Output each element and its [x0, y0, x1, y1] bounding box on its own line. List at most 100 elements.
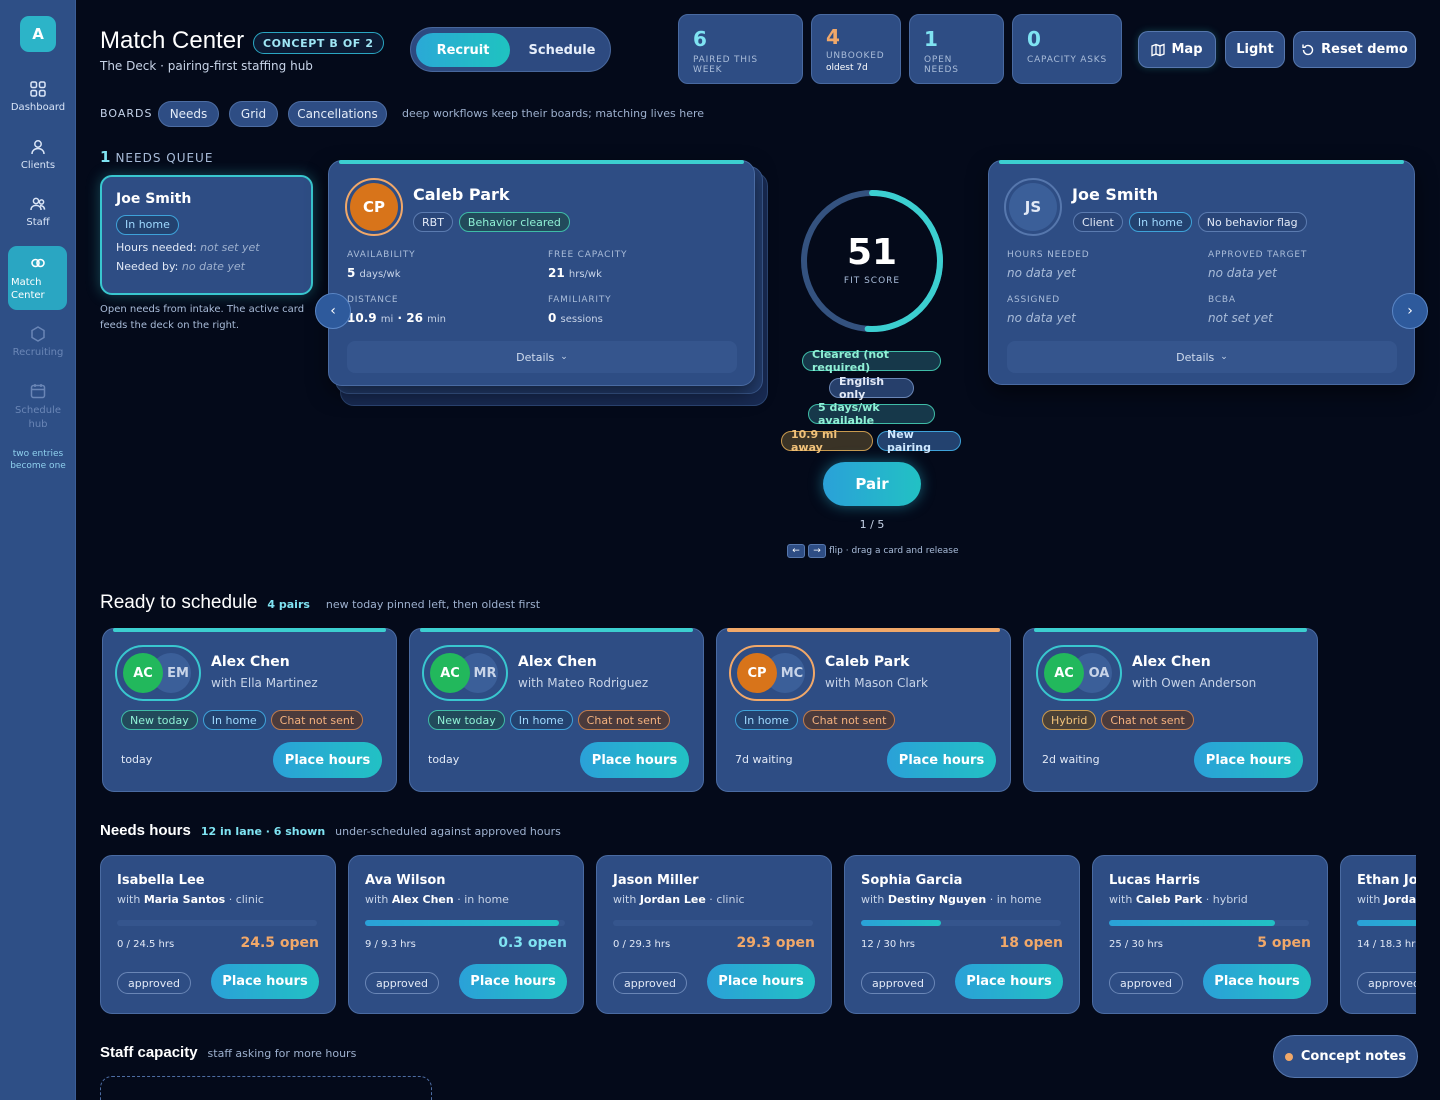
needs-hours-card[interactable]: Sophia Garcia with Destiny Nguyen · in h…: [844, 855, 1080, 1014]
staff-details-toggle[interactable]: Details ⌄: [347, 341, 737, 373]
theme-button[interactable]: Light: [1225, 31, 1285, 68]
mode-toggle: Recruit Schedule: [410, 27, 611, 72]
staff-capacity-title: Staff capacity: [100, 1044, 198, 1061]
staff-name: Caleb Park: [825, 654, 910, 670]
sidebar-item-staff[interactable]: Staff: [0, 195, 76, 228]
pair-tags: In home Chat not sent: [735, 710, 896, 730]
approved-badge: approved: [613, 972, 687, 994]
people-icon: [30, 197, 46, 211]
ready-card[interactable]: MR AC Alex Chen with Mateo Rodriguez New…: [409, 628, 704, 792]
staff-name: Alex Chen: [1132, 654, 1211, 670]
fit-score-value: 51: [846, 232, 898, 273]
chevron-down-icon: ⌄: [1220, 352, 1228, 362]
client-with: with Ella Martinez: [211, 676, 318, 690]
deck-next-button[interactable]: ›: [1392, 293, 1428, 329]
approved-badge: approved: [1109, 972, 1183, 994]
client-name: Jason Miller: [613, 873, 699, 888]
needs-queue-card[interactable]: Joe Smith In home Hours needed: not set …: [100, 175, 313, 295]
deck-prev-button[interactable]: ‹: [315, 293, 351, 329]
place-hours-button[interactable]: Place hours: [580, 742, 689, 778]
grid-icon: [30, 81, 46, 97]
hours-open: 5 open: [1257, 935, 1311, 951]
sidebar-item-dashboard[interactable]: Dashboard: [0, 80, 76, 113]
client-details-toggle[interactable]: Details ⌄: [1007, 341, 1397, 373]
stat-open-needs[interactable]: 1 OPEN NEEDS: [909, 14, 1004, 84]
place-hours-button[interactable]: Place hours: [707, 964, 815, 999]
needs-hours-card[interactable]: Ethan Jo with Jordan 14 / 18.3 hrs appro…: [1340, 855, 1416, 1014]
pair-avatars: MC CP: [729, 645, 815, 701]
staff-capacity-header: Staff capacity staff asking for more hou…: [100, 1044, 356, 1061]
page-title: Match Center: [100, 27, 245, 54]
hours-progress-bar: [613, 920, 813, 926]
stat-paired-this-week[interactable]: 6 PAIRED THIS WEEK: [678, 14, 803, 84]
sidebar-item-label: Recruiting: [12, 347, 64, 358]
board-needs[interactable]: Needs: [158, 101, 219, 127]
client-with: with Destiny Nguyen · in home: [861, 893, 1042, 906]
page-subtitle: The Deck · pairing-first staffing hub: [100, 59, 313, 73]
pair-button[interactable]: Pair: [823, 462, 921, 506]
ready-card[interactable]: OA AC Alex Chen with Owen Anderson Hybri…: [1023, 628, 1318, 792]
pair-avatars: OA AC: [1036, 645, 1122, 701]
chip-cleared: Cleared (not required): [802, 348, 941, 374]
assigned: ASSIGNED no data yet: [1007, 295, 1076, 325]
client-name: Lucas Harris: [1109, 873, 1200, 888]
waiting-time: today: [121, 753, 153, 766]
client-card[interactable]: JS Joe Smith Client In home No behavior …: [988, 160, 1415, 385]
concept-notes-button[interactable]: Concept notes: [1273, 1035, 1418, 1078]
client-name: Joe Smith: [116, 191, 192, 207]
map-button[interactable]: Map: [1138, 31, 1216, 68]
client-name: Sophia Garcia: [861, 873, 963, 888]
app-logo[interactable]: A: [20, 16, 56, 52]
needs-hours-card[interactable]: Ava Wilson with Alex Chen · in home 9 / …: [348, 855, 584, 1014]
place-hours-button[interactable]: Place hours: [955, 964, 1063, 999]
place-hours-button[interactable]: Place hours: [1194, 742, 1303, 778]
availability: AVAILABILITY 5 days/wk: [347, 250, 416, 280]
client-with: with Maria Santos · clinic: [117, 893, 264, 906]
chevron-right-icon: ›: [1407, 303, 1413, 319]
board-grid[interactable]: Grid: [229, 101, 278, 127]
sidebar-item-schedule-hub[interactable]: Schedule hub: [0, 382, 76, 432]
hours-progress-bar: [861, 920, 1061, 926]
chevron-left-icon: ‹: [330, 303, 336, 319]
waiting-time: 7d waiting: [735, 753, 793, 766]
hours-progress-bar: [1109, 920, 1309, 926]
concept-badge: CONCEPT B OF 2: [253, 32, 384, 54]
hours-scheduled: 25 / 30 hrs: [1109, 939, 1164, 950]
hours-scheduled: 14 / 18.3 hrs: [1357, 939, 1416, 950]
arrow-right-key[interactable]: →: [808, 544, 826, 558]
staff-tags: RBT Behavior cleared: [413, 212, 570, 232]
sidebar-item-recruiting[interactable]: Recruiting: [0, 325, 76, 358]
client-tags: Client In home No behavior flag: [1073, 212, 1307, 232]
chevron-down-icon: ⌄: [560, 352, 568, 362]
client-with: with Mason Clark: [825, 676, 928, 690]
hours-needed: Hours needed: not set yet: [116, 240, 260, 254]
staff-card[interactable]: CP Caleb Park RBT Behavior cleared AVAIL…: [328, 160, 755, 386]
board-cancellations[interactable]: Cancellations: [288, 101, 387, 127]
place-hours-button[interactable]: Place hours: [887, 742, 996, 778]
place-hours-button[interactable]: Place hours: [273, 742, 382, 778]
place-hours-button[interactable]: Place hours: [459, 964, 567, 999]
waiting-time: 2d waiting: [1042, 753, 1100, 766]
toggle-schedule[interactable]: Schedule: [515, 33, 609, 67]
ready-card[interactable]: MC CP Caleb Park with Mason Clark In hom…: [716, 628, 1011, 792]
place-hours-button[interactable]: Place hours: [1203, 964, 1311, 999]
client-avatar: JS: [1004, 178, 1062, 236]
ready-card[interactable]: EM AC Alex Chen with Ella Martinez New t…: [102, 628, 397, 792]
place-hours-button[interactable]: Place hours: [211, 964, 319, 999]
client-name: Ethan Jo: [1357, 873, 1416, 888]
sidebar-item-clients[interactable]: Clients: [0, 138, 76, 171]
reset-demo-button[interactable]: Reset demo: [1293, 31, 1416, 68]
sidebar-item-match-center[interactable]: Match Center: [8, 246, 67, 310]
arrow-left-key[interactable]: ←: [787, 544, 805, 558]
toggle-recruit[interactable]: Recruit: [416, 33, 510, 67]
needs-hours-card[interactable]: Lucas Harris with Caleb Park · hybrid 25…: [1092, 855, 1328, 1014]
pair-tags: New today In home Chat not sent: [428, 710, 671, 730]
deck-hint: ← → flip · drag a card and release: [787, 544, 959, 558]
sidebar-item-label: Staff: [26, 217, 50, 228]
stat-unbooked[interactable]: 4 UNBOOKED oldest 7d: [811, 14, 901, 84]
stat-capacity-asks[interactable]: 0 CAPACITY ASKS: [1012, 14, 1122, 84]
needs-hours-card[interactable]: Isabella Lee with Maria Santos · clinic …: [100, 855, 336, 1014]
ready-count: 4 pairs: [267, 598, 310, 611]
client-name: Isabella Lee: [117, 873, 205, 888]
needs-hours-card[interactable]: Jason Miller with Jordan Lee · clinic 0 …: [596, 855, 832, 1014]
